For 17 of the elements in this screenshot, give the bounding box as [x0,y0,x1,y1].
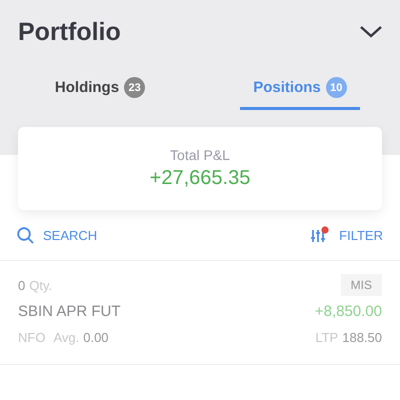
pnl-value: +27,665.35 [150,167,250,190]
tab[interactable]: Positions 10 [240,68,360,110]
page-title: Portfolio [18,18,121,46]
search-button[interactable]: SEARCH [17,226,98,244]
filter-button[interactable]: FILTER [310,226,383,244]
count-badge: 23 [124,77,146,98]
chevron-down-icon[interactable] [360,26,382,38]
quantity: 0 [18,278,26,292]
position-pnl: +8,850.00 [314,302,382,320]
count-badge: 10 [326,77,347,98]
average-price: 0.00 [83,330,109,344]
pnl-label: Total P&L [170,147,230,163]
tab[interactable]: Holdings 23 [40,68,160,110]
search-icon [17,226,34,244]
product-tag: MIS [340,274,382,296]
symbol: SBIN APR FUT [18,302,121,320]
ltp-value: 188.50 [342,330,382,344]
